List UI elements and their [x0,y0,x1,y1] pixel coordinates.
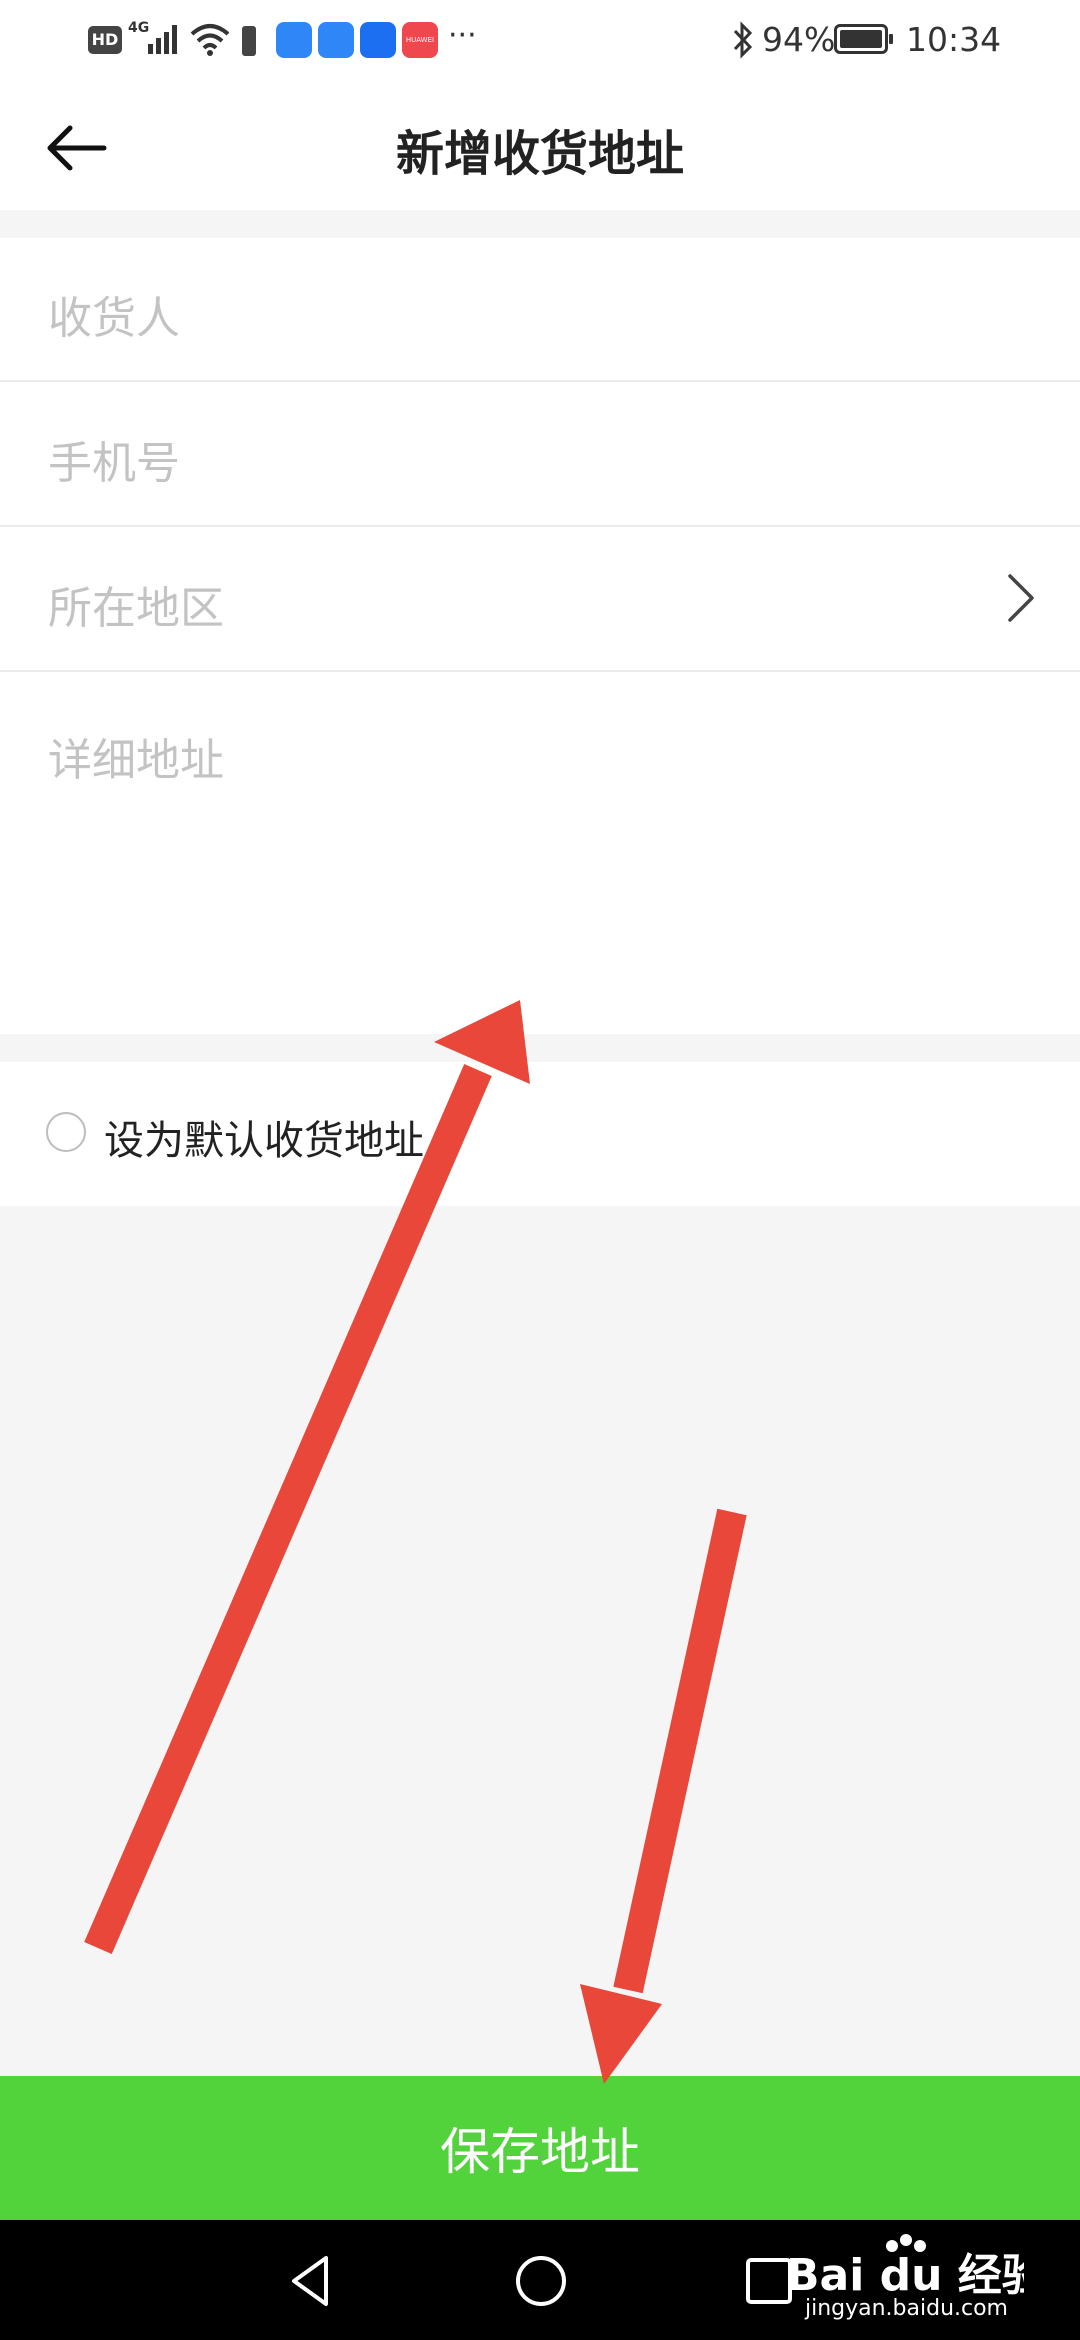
consignee-placeholder: 收货人 [48,293,180,344]
phone-placeholder: 手机号 [48,438,180,489]
bluetooth-icon [733,21,753,59]
phone-field[interactable]: 手机号 [0,383,1080,527]
hd-text: HD [91,30,119,49]
detail-address-placeholder: 详细地址 [48,735,224,786]
consignee-field[interactable]: 收货人 [0,238,1080,382]
region-placeholder: 所在地区 [48,583,224,634]
watermark-brand: Bai du 经验 [786,2250,1024,2301]
nav-back-icon[interactable] [286,2254,336,2308]
hd-icon: HD [88,26,122,54]
save-address-button[interactable]: 保存地址 [0,2076,1080,2220]
watermark-url: jingyan.baidu.com [804,2296,1008,2321]
signal-icon [148,25,177,54]
alert-battery-icon [242,26,256,56]
address-form: 收货人 手机号 所在地区 详细地址 [0,238,1080,1034]
arrow-down-annotation [580,1508,747,2084]
page-title: 新增收货地址 [395,126,684,182]
header: 新增收货地址 [0,84,1080,210]
more-text: ··· [448,18,477,53]
clock: 10:34 [906,20,1002,59]
default-address-option[interactable]: 设为默认收货地址 [0,1062,1080,1206]
more-notifications: ··· [448,18,477,53]
wifi-icon [190,24,230,56]
region-selector[interactable]: 所在地区 [0,528,1080,672]
battery-percent: 94% [762,20,836,59]
save-address-label: 保存地址 [440,2123,640,2181]
contacts-app-icon [318,22,354,58]
huawei-app-icon: HUAWEI [402,22,438,58]
cloud-app-icon [276,22,312,58]
detail-address-field[interactable]: 详细地址 [0,674,1080,1034]
huawei-badge-text: HUAWEI [405,36,435,44]
battery-icon [834,24,893,54]
default-address-label: 设为默认收货地址 [104,1118,424,1164]
bulb-app-icon [360,22,396,58]
default-radio[interactable] [46,1112,86,1152]
chevron-right-icon [1008,574,1034,622]
status-bar: HD 4G HUAWEI ··· 94% 10:34 [0,0,1080,84]
nav-home-icon[interactable] [514,2254,568,2308]
